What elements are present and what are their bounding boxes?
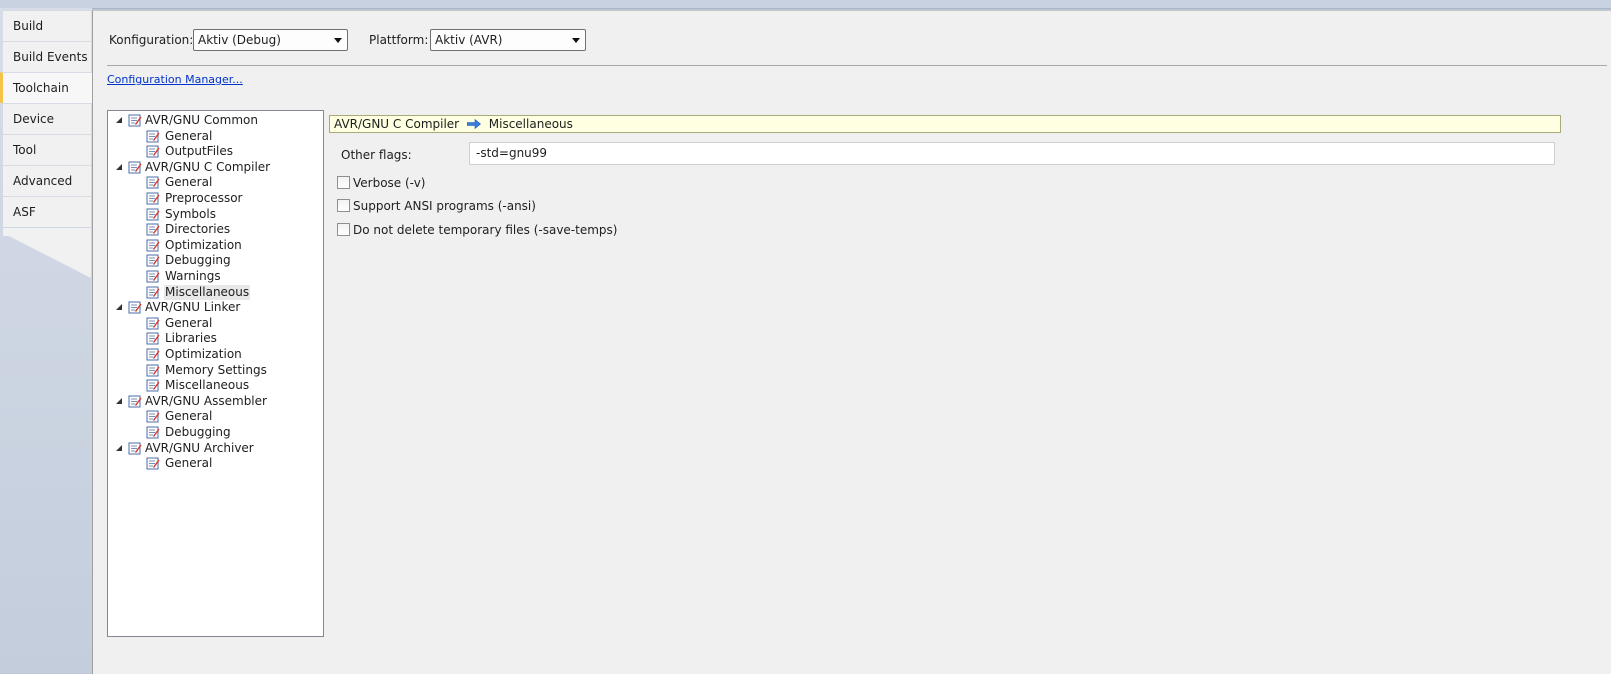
tree-expander-icon[interactable] [116,397,122,404]
tree-item-label[interactable]: Debugging [164,425,232,440]
konfiguration-combo[interactable]: Aktiv (Debug) [193,29,348,51]
tree-item-label[interactable]: General [164,456,213,471]
property-page-icon [146,379,160,392]
property-page-icon [128,442,142,455]
tab-tool[interactable]: Tool [3,134,91,165]
property-page-icon [146,270,160,283]
configuration-manager-link[interactable]: Configuration Manager... [107,73,243,86]
konfiguration-value: Aktiv (Debug) [198,33,281,47]
checkbox-box[interactable] [337,176,350,189]
property-page-icon [146,410,160,423]
konfiguration-label: Konfiguration: [109,33,194,47]
verbose-label: Verbose (-v) [353,176,426,190]
tree-expander-icon[interactable] [116,304,122,311]
property-page-icon [146,426,160,439]
tree-item-label[interactable]: Warnings [164,269,222,284]
property-page-icon [128,301,142,314]
right-arrow-icon [466,119,481,129]
checkbox-box[interactable] [337,223,350,236]
property-page-icon [146,332,160,345]
tree-group-label[interactable]: AVR/GNU C Compiler [145,160,270,175]
property-page-icon [146,254,160,267]
property-page-icon [146,239,160,252]
tree-item-label[interactable]: Optimization [164,347,243,362]
plattform-combo[interactable]: Aktiv (AVR) [430,29,586,51]
tree-group-label[interactable]: AVR/GNU Linker [145,300,240,315]
tree-group-label[interactable]: AVR/GNU Common [145,113,258,128]
tree-item-label[interactable]: Preprocessor [164,191,243,206]
property-page-icon [146,192,160,205]
tree-item-label[interactable]: Miscellaneous [164,284,251,300]
tab-build[interactable]: Build [3,10,91,41]
property-page-icon [146,130,160,143]
other-flags-label: Other flags: [341,148,412,162]
tree-item-label[interactable]: Memory Settings [164,363,268,378]
window-top-strip [0,0,1611,9]
property-tabs: Build Build Events Toolchain Device Tool… [0,8,93,673]
property-page-icon [146,457,160,470]
property-page-icon [146,176,160,189]
property-page-icon [146,348,160,361]
property-page-icon [146,317,160,330]
tree-item-label[interactable]: General [164,129,213,144]
tree-item-label[interactable]: Miscellaneous [164,378,250,393]
property-page-icon [146,286,160,299]
header-separator [107,65,1607,66]
plattform-value: Aktiv (AVR) [435,33,503,47]
property-page-icon [146,223,160,236]
tab-advanced[interactable]: Advanced [3,165,91,196]
tab-strip-tail [3,233,91,278]
tree-item-label[interactable]: Debugging [164,253,232,268]
property-page-icon [146,364,160,377]
tree-group-label[interactable]: AVR/GNU Assembler [145,394,267,409]
toolchain-tree: AVR/GNU Common General OutputFiles AVR/GNU … [107,110,324,637]
tree-item-label[interactable]: Libraries [164,331,218,346]
tree-item-label[interactable]: Optimization [164,238,243,253]
property-page-icon [128,395,142,408]
ansi-label: Support ANSI programs (-ansi) [353,199,536,213]
breadcrumb-child: Miscellaneous [488,117,573,131]
property-page-icon [146,208,160,221]
tree-item-label[interactable]: General [164,316,213,331]
property-page-icon [146,145,160,158]
property-page-icon [128,114,142,127]
breadcrumb-parent: AVR/GNU C Compiler [334,117,460,131]
toolchain-panel: Konfiguration: Aktiv (Debug) Plattform: … [92,10,1611,674]
checkbox-box[interactable] [337,199,350,212]
breadcrumb: AVR/GNU C Compiler Miscellaneous [329,115,1561,133]
tree-expander-icon[interactable] [116,117,122,123]
chevron-down-icon [572,38,580,43]
chevron-down-icon [334,38,342,43]
tab-asf[interactable]: ASF [3,196,91,227]
tree-item-label[interactable]: Symbols [164,207,217,222]
tab-device[interactable]: Device [3,103,91,134]
tree-group-label[interactable]: AVR/GNU Archiver [145,441,254,456]
tree-item-label[interactable]: General [164,409,213,424]
tree-item-label[interactable]: OutputFiles [164,144,234,159]
tree-item-label[interactable]: General [164,175,213,190]
plattform-label: Plattform: [369,33,429,47]
tab-build-events[interactable]: Build Events [3,41,91,72]
other-flags-input[interactable]: -std=gnu99 [469,142,1555,165]
tree-expander-icon[interactable] [116,163,122,170]
tab-toolchain[interactable]: Toolchain [0,72,93,103]
tree-item-label[interactable]: Directories [164,222,231,237]
save-temps-label: Do not delete temporary files (-save-tem… [353,223,618,237]
property-page-icon [128,161,142,174]
tree-expander-icon[interactable] [116,444,122,451]
